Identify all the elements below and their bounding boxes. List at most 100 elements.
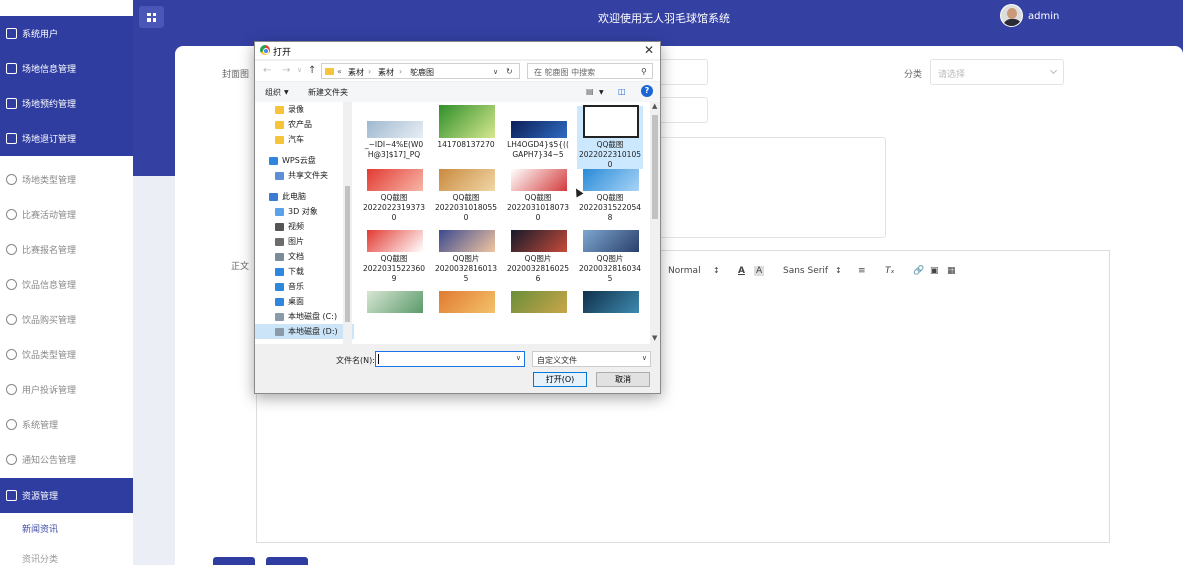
refresh-icon[interactable]: ↻ bbox=[506, 67, 513, 76]
sidebar-item[interactable]: 系统管理 bbox=[0, 407, 133, 442]
file-type-select[interactable]: 自定义文件 ∨ bbox=[532, 351, 651, 367]
file-item[interactable]: QQ截图 2022031018073 0 bbox=[505, 167, 571, 230]
organize-button[interactable]: 组织 bbox=[265, 87, 281, 98]
sidebar-item[interactable]: 系统用户 bbox=[0, 16, 133, 51]
image-icon[interactable]: ▣ bbox=[930, 266, 939, 276]
font-select[interactable]: Sans Serif bbox=[783, 266, 828, 276]
align-icon[interactable]: ≡ bbox=[858, 266, 866, 276]
sidebar-item[interactable]: 饮品信息管理 bbox=[0, 267, 133, 302]
organize-caret-icon: ▼ bbox=[284, 89, 289, 96]
cancel-form-button[interactable] bbox=[266, 557, 308, 565]
category-select[interactable]: 请选择 bbox=[930, 59, 1064, 85]
nav-item[interactable]: 图片 bbox=[255, 234, 354, 249]
nav-item[interactable]: WPS云盘 bbox=[255, 153, 354, 168]
nav-item[interactable]: 文档 bbox=[255, 249, 354, 264]
nav-item[interactable]: 音乐 bbox=[255, 279, 354, 294]
file-item[interactable] bbox=[361, 289, 427, 352]
nav-item[interactable]: 此电脑 bbox=[255, 189, 354, 204]
scroll-up-icon[interactable]: ▲ bbox=[652, 102, 657, 110]
file-item[interactable] bbox=[577, 289, 643, 352]
file-item[interactable]: _~IDI~4%E(W0 H@3]$17]_PQ bbox=[361, 106, 427, 169]
nav-scrollbar-thumb[interactable] bbox=[345, 186, 350, 322]
file-scrollbar[interactable]: ▲ ▼ bbox=[650, 102, 660, 344]
submit-button[interactable] bbox=[213, 557, 255, 565]
file-item[interactable]: QQ图片 2020032816013 5 bbox=[433, 228, 499, 291]
new-folder-button[interactable]: 新建文件夹 bbox=[308, 87, 348, 98]
background-color-icon[interactable]: A bbox=[754, 266, 765, 276]
search-input[interactable]: 在 鸵鹿图 中搜索 ⚲ bbox=[527, 63, 653, 79]
file-item[interactable]: LH4OGD4}$5{(( GAPH7}34~5 bbox=[505, 106, 571, 169]
font-color-icon[interactable]: A bbox=[738, 266, 745, 276]
file-item[interactable]: QQ截图 2022031522360 9 bbox=[361, 228, 427, 291]
close-icon[interactable]: ✕ bbox=[644, 43, 654, 57]
format-select[interactable]: Normal bbox=[668, 266, 701, 276]
preview-pane-icon[interactable]: ◫ bbox=[618, 87, 626, 96]
address-dropdown-icon[interactable]: ∨ bbox=[493, 68, 498, 76]
address-bar[interactable]: « 素材 › 素材 › 鸵鹿图 ∨ ↻ bbox=[321, 63, 520, 79]
clear-format-icon[interactable]: Tₓ bbox=[885, 266, 895, 276]
cancel-button[interactable]: 取消 bbox=[596, 372, 650, 387]
file-item[interactable] bbox=[433, 289, 499, 352]
sidebar-item[interactable]: 通知公告管理 bbox=[0, 442, 133, 477]
sidebar-item[interactable]: 场地类型管理 bbox=[0, 162, 133, 197]
up-arrow-icon[interactable]: ↑ bbox=[308, 65, 316, 76]
view-options-icon[interactable]: ▤ bbox=[586, 87, 594, 96]
link-icon[interactable]: 🔗 bbox=[913, 266, 924, 276]
forward-arrow-icon[interactable]: → bbox=[282, 65, 290, 76]
title-field[interactable] bbox=[655, 97, 708, 123]
file-thumbnail bbox=[583, 169, 639, 191]
nav-item[interactable]: 视频 bbox=[255, 219, 354, 234]
back-arrow-icon[interactable]: ← bbox=[263, 65, 271, 76]
file-item[interactable]: QQ截图 2022031522054 8 bbox=[577, 167, 643, 230]
breadcrumb-2[interactable]: 素材 bbox=[378, 67, 394, 78]
filename-input[interactable]: ∨ bbox=[375, 351, 525, 367]
breadcrumb-1[interactable]: 素材 bbox=[348, 67, 364, 78]
recent-dropdown-icon[interactable]: ∨ bbox=[297, 66, 302, 74]
file-item[interactable]: QQ截图 2022022310105 0 bbox=[577, 105, 643, 169]
avatar[interactable] bbox=[1000, 4, 1023, 27]
file-item[interactable]: QQ截图 2022031018055 0 bbox=[433, 167, 499, 230]
sidebar-subitem[interactable]: 新闻资讯 bbox=[0, 513, 133, 543]
sidebar-item[interactable]: 资源管理 bbox=[0, 478, 133, 513]
nav-scrollbar[interactable] bbox=[343, 102, 352, 344]
sidebar-subitem[interactable]: 资讯分类 bbox=[0, 543, 133, 565]
nav-item[interactable]: 共享文件夹 bbox=[255, 168, 354, 183]
sidebar-item[interactable]: 场地信息管理 bbox=[0, 51, 133, 86]
filename-dropdown-icon[interactable]: ∨ bbox=[516, 354, 521, 362]
nav-item[interactable]: 农产品 bbox=[255, 117, 354, 132]
sidebar-item[interactable]: 饮品购买管理 bbox=[0, 302, 133, 337]
nav-item[interactable]: 汽车 bbox=[255, 132, 354, 147]
sidebar-item-label: 用户投诉管理 bbox=[22, 386, 77, 396]
sidebar-item[interactable]: 场地退订管理 bbox=[0, 121, 133, 156]
nav-item[interactable]: 3D 对象 bbox=[255, 204, 354, 219]
sidebar-item[interactable]: 饮品类型管理 bbox=[0, 337, 133, 372]
nav-item[interactable]: 本地磁盘 (D:) bbox=[255, 324, 354, 339]
view-caret-icon[interactable]: ▼ bbox=[599, 89, 604, 96]
nav-item[interactable]: 下载 bbox=[255, 264, 354, 279]
video-icon[interactable]: ▦ bbox=[947, 266, 956, 276]
summary-textarea[interactable] bbox=[655, 137, 886, 238]
nav-item[interactable]: 录像 bbox=[255, 102, 354, 117]
file-scrollbar-thumb[interactable] bbox=[652, 115, 658, 219]
document-icon bbox=[275, 252, 284, 261]
file-item[interactable]: QQ图片 2020032816034 5 bbox=[577, 228, 643, 291]
open-button[interactable]: 打开(O) bbox=[533, 372, 587, 387]
nav-item[interactable]: 桌面 bbox=[255, 294, 354, 309]
sidebar-item[interactable]: 比赛活动管理 bbox=[0, 197, 133, 232]
sidebar-item[interactable]: 比赛报名管理 bbox=[0, 232, 133, 267]
nav-item[interactable]: 本地磁盘 (C:) bbox=[255, 309, 354, 324]
overflow-chevron-icon[interactable]: « bbox=[337, 67, 342, 76]
file-item[interactable]: 141708137270 bbox=[433, 105, 499, 169]
cover-image-field[interactable] bbox=[655, 59, 708, 85]
help-icon[interactable]: ? bbox=[641, 85, 653, 97]
sidebar-item[interactable]: 用户投诉管理 bbox=[0, 372, 133, 407]
scroll-down-icon[interactable]: ▼ bbox=[652, 334, 657, 342]
file-item[interactable]: QQ截图 2022022319373 0 bbox=[361, 167, 427, 230]
breadcrumb-3[interactable]: 鸵鹿图 bbox=[410, 67, 434, 78]
file-thumbnail bbox=[439, 230, 495, 252]
chrome-icon bbox=[260, 45, 270, 55]
sidebar-item[interactable]: 场地预约管理 bbox=[0, 86, 133, 121]
user-name[interactable]: admin bbox=[1028, 11, 1059, 22]
file-item[interactable] bbox=[505, 289, 571, 352]
file-item[interactable]: QQ图片 2020032816025 6 bbox=[505, 228, 571, 291]
